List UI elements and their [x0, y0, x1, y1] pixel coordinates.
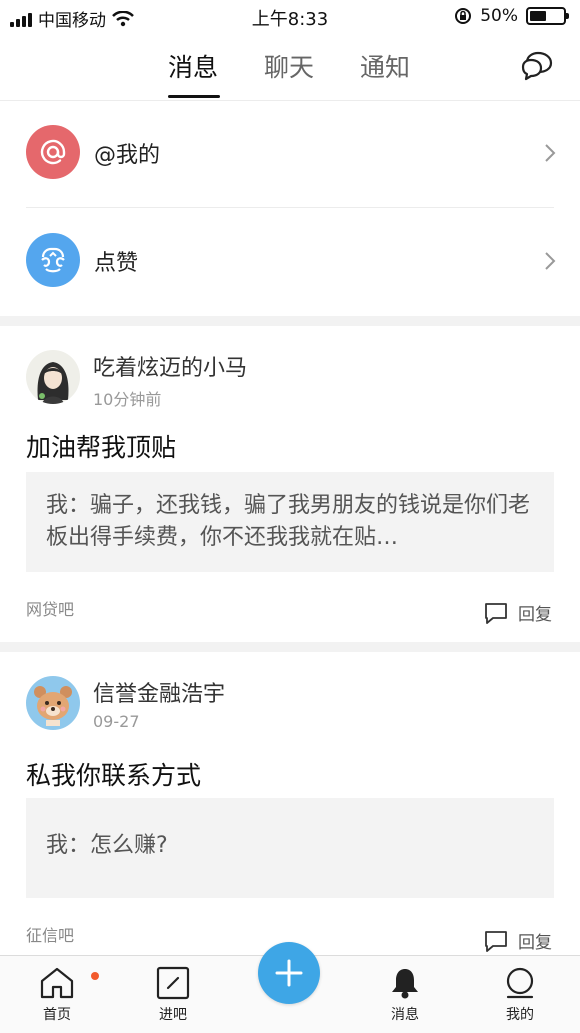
quoted-reply[interactable]: 我：骗子，还我钱，骗了我男朋友的钱说是你们老板出得手续费，你不还我我就在贴… [26, 472, 554, 572]
post-time: 09-27 [93, 712, 140, 731]
at-icon [26, 125, 80, 179]
rotation-lock-icon [455, 8, 472, 24]
post-author[interactable]: 吃着炫迈的小马 [93, 350, 247, 382]
shortcut-likes-label: 点赞 [94, 251, 139, 276]
nav-enter-bar-label: 进吧 [159, 1007, 187, 1023]
create-post-button[interactable] [258, 942, 320, 1004]
status-bar: 中国移动 上午8:33 50% [0, 0, 580, 34]
nav-profile-label: 我的 [506, 1007, 534, 1023]
shortcut-mentions-label: @我的 [94, 143, 161, 168]
shortcut-mentions[interactable]: @我的 [0, 101, 580, 208]
tab-messages[interactable]: 消息 [168, 48, 218, 84]
comment-icon [485, 602, 507, 624]
nav-messages[interactable]: 消息 [365, 966, 445, 1024]
avatar[interactable] [26, 676, 80, 730]
forum-name[interactable]: 征信吧 [26, 922, 74, 946]
tab-notifications[interactable]: 通知 [360, 48, 410, 84]
enter-bar-icon [156, 966, 190, 1000]
shortcut-list: @我的 点赞 [0, 101, 580, 316]
tab-chat[interactable]: 聊天 [264, 48, 314, 84]
post-time: 10分钟前 [93, 390, 162, 409]
message-card[interactable]: 吃着炫迈的小马 10分钟前 加油帮我顶贴 我：骗子，还我钱，骗了我男朋友的钱说是… [0, 326, 580, 642]
reply-button[interactable]: 回复 [484, 928, 552, 953]
active-tab-indicator [168, 95, 220, 98]
message-card[interactable]: 信誉金融浩宇 09-27 私我你联系方式 我：怎么赚? 征信吧 回复 [0, 652, 580, 955]
quoted-reply[interactable]: 我：怎么赚? [26, 798, 554, 898]
shortcut-likes[interactable]: 点赞 [0, 209, 580, 316]
thumbs-up-icon [26, 233, 80, 287]
divider [26, 207, 554, 208]
plus-icon [275, 959, 303, 987]
reply-button[interactable]: 回复 [484, 600, 552, 625]
post-title[interactable]: 私我你联系方式 [26, 756, 201, 792]
bell-icon [392, 969, 418, 999]
chat-bubble-icon[interactable] [518, 48, 554, 84]
nav-home[interactable]: 首页 [17, 966, 99, 1024]
nav-home-label: 首页 [43, 1007, 71, 1023]
comment-icon [485, 930, 507, 952]
home-icon [40, 967, 74, 999]
notification-badge [91, 972, 99, 980]
chevron-right-icon [545, 252, 556, 270]
forum-name[interactable]: 网贷吧 [26, 596, 74, 620]
nav-enter-bar[interactable]: 进吧 [133, 966, 213, 1024]
chevron-right-icon [545, 144, 556, 162]
battery-icon [526, 7, 569, 25]
reply-label: 回复 [518, 933, 552, 953]
top-tab-bar: 消息 聊天 通知 [0, 34, 580, 101]
avatar[interactable] [26, 350, 80, 404]
reply-label: 回复 [518, 605, 552, 625]
battery-percent: 50% [480, 6, 518, 26]
profile-icon [506, 967, 534, 999]
nav-profile[interactable]: 我的 [480, 966, 560, 1024]
nav-messages-label: 消息 [391, 1007, 419, 1023]
bottom-nav: 首页 进吧 消息 我的 [0, 942, 580, 1033]
post-title[interactable]: 加油帮我顶贴 [26, 428, 176, 464]
post-author[interactable]: 信誉金融浩宇 [93, 676, 225, 708]
